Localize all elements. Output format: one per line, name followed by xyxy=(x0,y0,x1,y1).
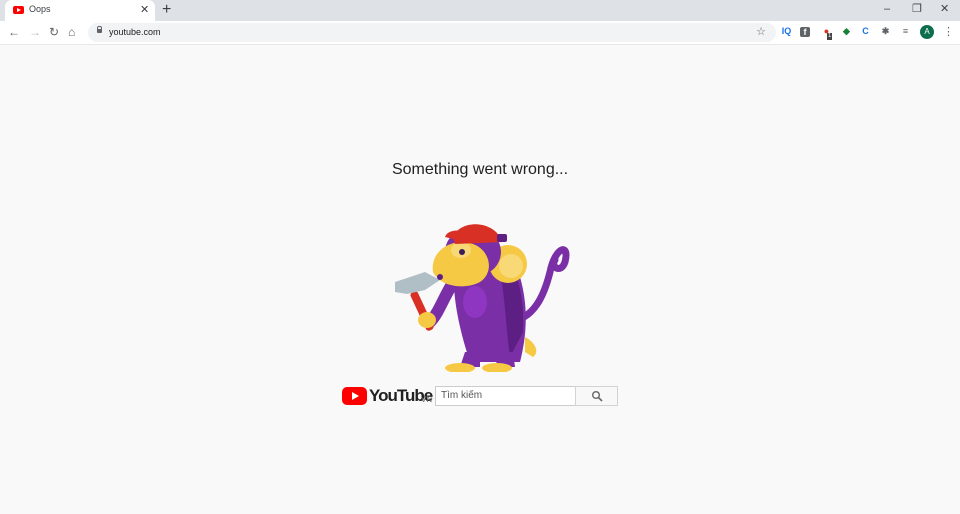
browser-tab[interactable]: Oops ✕ xyxy=(5,0,155,21)
tab-close-icon[interactable]: ✕ xyxy=(140,3,149,17)
c-extension-icon[interactable]: C xyxy=(859,25,872,38)
search-placeholder: Tìm kiếm xyxy=(441,390,483,401)
country-code: VN xyxy=(421,395,433,404)
search-button[interactable] xyxy=(575,386,618,406)
page-content: Something went wrong... YouTube VN Tìm k… xyxy=(0,45,960,514)
youtube-logo[interactable]: YouTube VN xyxy=(342,385,434,409)
facebook-extension-icon[interactable]: f xyxy=(800,27,810,37)
profile-avatar[interactable]: A xyxy=(920,25,934,39)
lock-icon[interactable] xyxy=(97,26,102,33)
search-input[interactable]: Tìm kiếm xyxy=(435,386,576,406)
cube-extension-icon[interactable]: ◆ xyxy=(840,25,853,38)
queue-extension-icon[interactable]: ≡ xyxy=(899,25,912,38)
error-title: Something went wrong... xyxy=(391,161,569,178)
tab-strip: Oops ✕ + – ❐ ✕ xyxy=(0,0,960,21)
reload-button[interactable]: ↻ xyxy=(49,24,59,40)
minimize-button[interactable]: – xyxy=(884,2,890,16)
magnifier-icon xyxy=(592,391,603,402)
adblock-badge: 1 xyxy=(827,33,833,40)
forward-button[interactable]: → xyxy=(29,24,41,40)
monkey-illustration-icon xyxy=(395,224,570,372)
puzzle-extension-icon[interactable]: ✱ xyxy=(879,25,892,38)
bookmark-star-icon[interactable]: ☆ xyxy=(756,25,766,39)
youtube-favicon-icon xyxy=(13,6,24,14)
restore-button[interactable]: ❐ xyxy=(912,2,922,16)
iq-extension-icon[interactable]: IQ xyxy=(780,25,793,38)
new-tab-button[interactable]: + xyxy=(162,1,171,19)
youtube-play-icon xyxy=(342,387,367,405)
back-button[interactable]: ← xyxy=(8,24,20,40)
menu-icon[interactable]: ⋮ xyxy=(943,25,954,39)
browser-toolbar: ← → ↻ ⌂ youtube.com ☆ IQ f ● 1 ◆ C ✱ ≡ A… xyxy=(0,21,960,45)
close-window-button[interactable]: ✕ xyxy=(940,2,949,16)
url-text[interactable]: youtube.com xyxy=(109,27,161,37)
tab-title: Oops xyxy=(29,4,51,14)
home-button[interactable]: ⌂ xyxy=(68,24,75,40)
address-bar[interactable]: youtube.com ☆ xyxy=(88,23,776,42)
